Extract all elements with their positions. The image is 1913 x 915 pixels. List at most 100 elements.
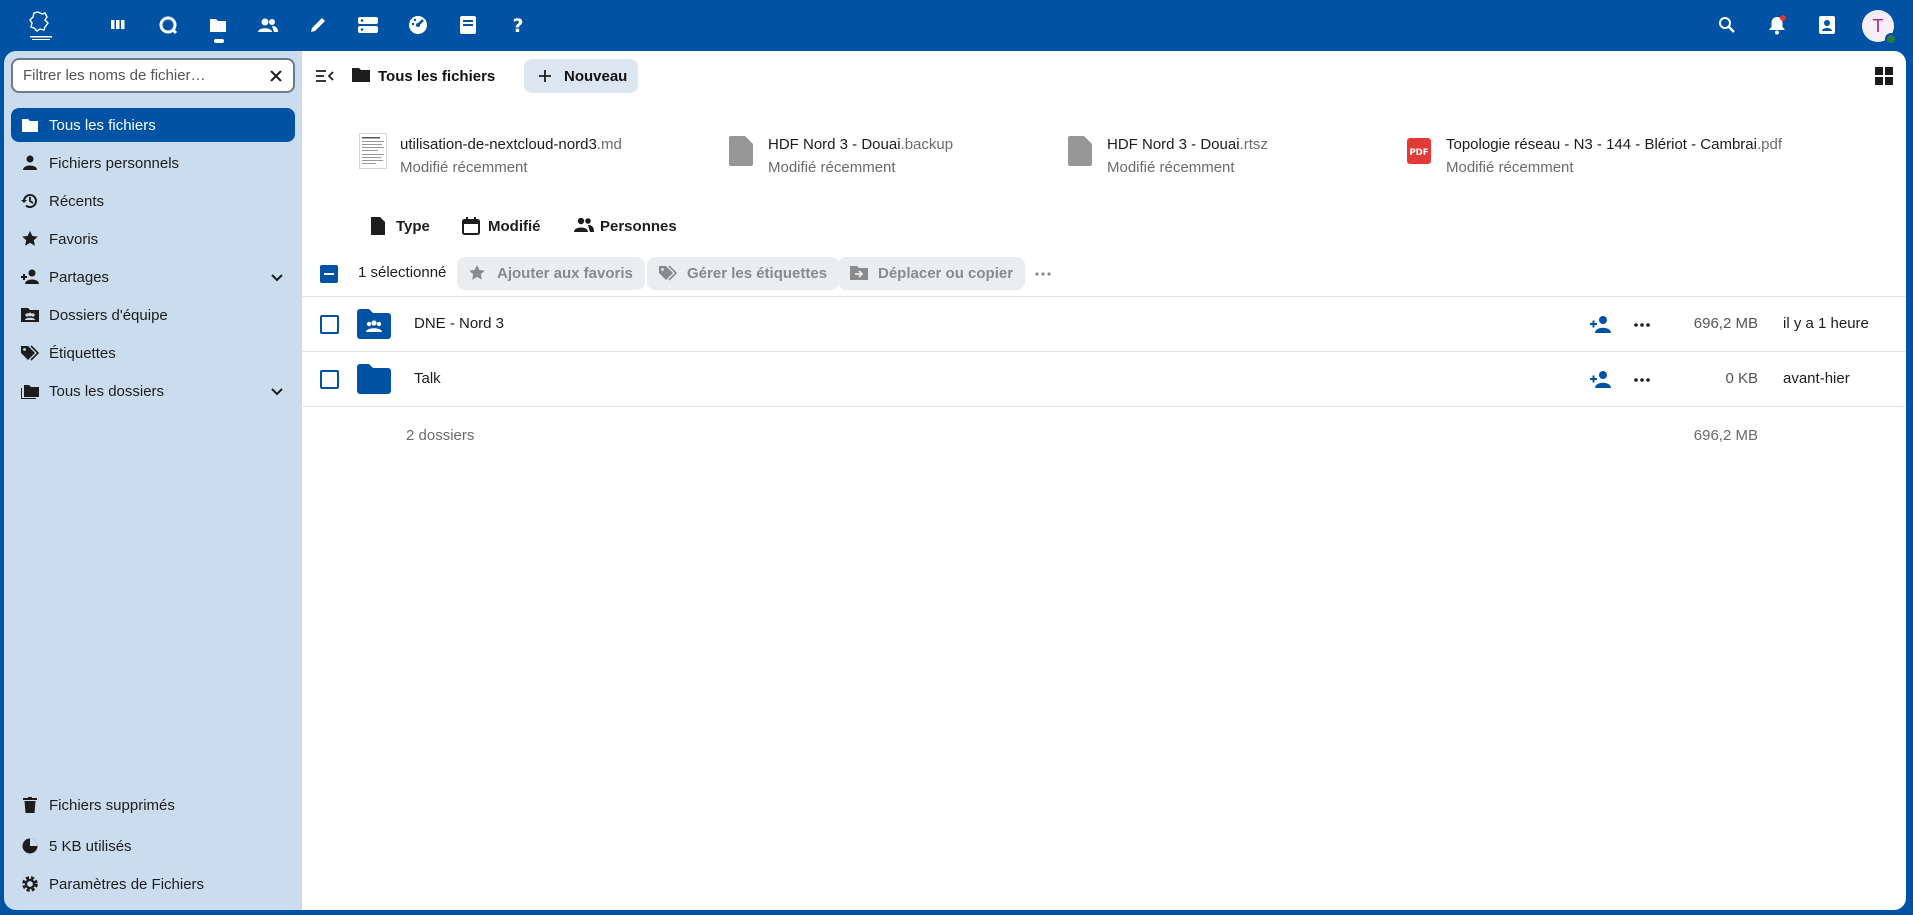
row-checkbox[interactable]	[320, 370, 339, 389]
new-button[interactable]: Nouveau	[524, 59, 638, 93]
more-actions-icon[interactable]	[1632, 315, 1652, 335]
recent-file-subtitle: Modifié récemment	[1107, 159, 1235, 176]
document-thumbnail-icon	[358, 133, 388, 169]
sidebar-item-recent[interactable]: Récents	[11, 184, 295, 218]
filter-modified[interactable]: Modifié	[462, 211, 541, 241]
team-folder-icon	[21, 306, 39, 324]
recent-file-name: HDF Nord 3 - Douai	[768, 136, 901, 153]
sidebar-item-personal-files[interactable]: Fichiers personnels	[11, 146, 295, 180]
more-actions-icon[interactable]	[1632, 370, 1652, 390]
main-content: Tous les fichiers Nouveau utilisation-de…	[302, 51, 1906, 910]
recent-file-card[interactable]: HDF Nord 3 - Douai.rtsz Modifié récemmen…	[1065, 133, 1268, 177]
share-icon[interactable]	[1590, 368, 1612, 390]
chevron-down-icon[interactable]	[269, 269, 285, 285]
gauge-icon[interactable]	[405, 12, 431, 38]
summary-count: 2 dossiers	[406, 427, 475, 444]
action-label: Gérer les étiquettes	[687, 265, 828, 282]
dashboard-icon[interactable]	[105, 12, 131, 38]
sidebar-item-label: Partages	[49, 268, 110, 286]
filter-label: Modifié	[488, 217, 541, 235]
sidebar-item-deleted-files[interactable]: Fichiers supprimés	[11, 788, 295, 822]
svg-text:?: ?	[512, 15, 523, 35]
sidebar-item-tags[interactable]: Étiquettes	[11, 336, 295, 370]
recent-file-card[interactable]: HDF Nord 3 - Douai.backup Modifié récemm…	[726, 133, 953, 177]
more-actions-icon[interactable]	[1032, 264, 1054, 284]
selection-count: 1 sélectionné	[358, 264, 447, 281]
avatar-initial: T	[1872, 15, 1884, 36]
contacts-icon[interactable]	[255, 12, 281, 38]
row-checkbox[interactable]	[320, 315, 339, 334]
folders-icon	[21, 382, 39, 400]
files-icon[interactable]	[205, 12, 231, 43]
sidebar-item-settings[interactable]: Paramètres de Fichiers	[11, 867, 295, 901]
add-to-favorites-button[interactable]: Ajouter aux favoris	[457, 257, 645, 290]
file-name[interactable]: Talk	[414, 370, 441, 387]
sidebar-item-all-folders[interactable]: Tous les dossiers	[11, 374, 295, 408]
chevron-down-icon[interactable]	[269, 383, 285, 399]
tag-icon	[21, 344, 39, 362]
recent-file-name: Topologie réseau - N3 - 144 - Blériot - …	[1446, 136, 1757, 153]
search-icon[interactable]	[1714, 12, 1740, 38]
calendar-icon	[462, 217, 480, 235]
file-name[interactable]: DNE - Nord 3	[414, 315, 504, 332]
sidebar-item-shares[interactable]: Partages	[11, 260, 295, 294]
file-modified: il y a 1 heure	[1783, 315, 1869, 332]
contacts-menu-icon[interactable]	[1814, 12, 1840, 38]
manage-tags-button[interactable]: Gérer les étiquettes	[647, 257, 840, 290]
top-header: ? T	[0, 0, 1913, 50]
recent-file-card[interactable]: PDF Topologie réseau - N3 - 144 - Blério…	[1404, 133, 1782, 177]
action-label: Déplacer ou copier	[878, 265, 1014, 282]
sidebar-item-label: 5 KB utilisés	[49, 837, 132, 855]
storage-icon[interactable]	[355, 12, 381, 38]
table-row[interactable]: DNE - Nord 3 696,2 MB il y a 1 heure	[302, 297, 1906, 352]
summary-size: 696,2 MB	[1693, 427, 1758, 444]
pencil-icon[interactable]	[305, 12, 331, 38]
sidebar-item-all-files[interactable]: Tous les fichiers	[11, 108, 295, 142]
logo-icon[interactable]	[22, 8, 58, 44]
recent-file-name: utilisation-de-nextcloud-nord3	[400, 136, 597, 153]
share-icon	[21, 268, 39, 286]
sidebar-item-team-folders[interactable]: Dossiers d'équipe	[11, 298, 295, 332]
toggle-navigation-icon[interactable]	[314, 65, 336, 87]
recent-file-ext: .rtsz	[1239, 136, 1268, 153]
sidebar-item-label: Récents	[49, 192, 105, 210]
svg-text:PDF: PDF	[1409, 148, 1428, 158]
sidebar-item-label: Favoris	[49, 230, 99, 248]
move-or-copy-button[interactable]: Déplacer ou copier	[838, 257, 1026, 290]
grid-view-icon[interactable]	[1874, 66, 1894, 86]
recent-file-name: HDF Nord 3 - Douai	[1107, 136, 1240, 153]
book-icon[interactable]	[455, 12, 481, 38]
pdf-icon: PDF	[1404, 133, 1434, 169]
sidebar-item-label: Dossiers d'équipe	[49, 306, 168, 324]
filter-type[interactable]: Type	[370, 211, 430, 241]
filter-input[interactable]	[23, 67, 263, 84]
sidebar-item-label: Paramètres de Fichiers	[49, 875, 205, 893]
recent-file-ext: .md	[596, 136, 622, 153]
folder-icon	[21, 116, 39, 134]
select-all-checkbox[interactable]	[320, 265, 338, 283]
talk-icon[interactable]	[155, 12, 181, 38]
close-icon[interactable]	[267, 67, 285, 85]
pie-chart-icon	[21, 837, 39, 855]
person-icon	[21, 154, 39, 172]
recent-file-card[interactable]: utilisation-de-nextcloud-nord3.md Modifi…	[358, 133, 622, 177]
trash-icon	[21, 796, 39, 814]
history-icon	[21, 192, 39, 210]
filter-people[interactable]: Personnes	[574, 211, 677, 241]
online-status-indicator	[1885, 33, 1897, 45]
sidebar-item-label: Tous les dossiers	[49, 382, 165, 400]
sidebar-item-favorites[interactable]: Favoris	[11, 222, 295, 256]
help-icon[interactable]: ?	[505, 12, 531, 38]
sidebar-item-label: Tous les fichiers	[49, 116, 156, 134]
filter-label: Type	[396, 217, 430, 235]
tag-icon	[659, 264, 677, 283]
file-icon	[1065, 133, 1095, 169]
table-row[interactable]: Talk 0 KB avant-hier	[302, 352, 1906, 407]
breadcrumb[interactable]: Tous les fichiers	[352, 59, 495, 93]
move-icon	[850, 265, 868, 283]
share-icon[interactable]	[1590, 313, 1612, 335]
notifications-icon[interactable]	[1764, 12, 1790, 38]
sidebar-item-storage-usage[interactable]: 5 KB utilisés	[11, 829, 295, 863]
filter-box	[11, 58, 295, 93]
filter-label: Personnes	[600, 217, 677, 235]
